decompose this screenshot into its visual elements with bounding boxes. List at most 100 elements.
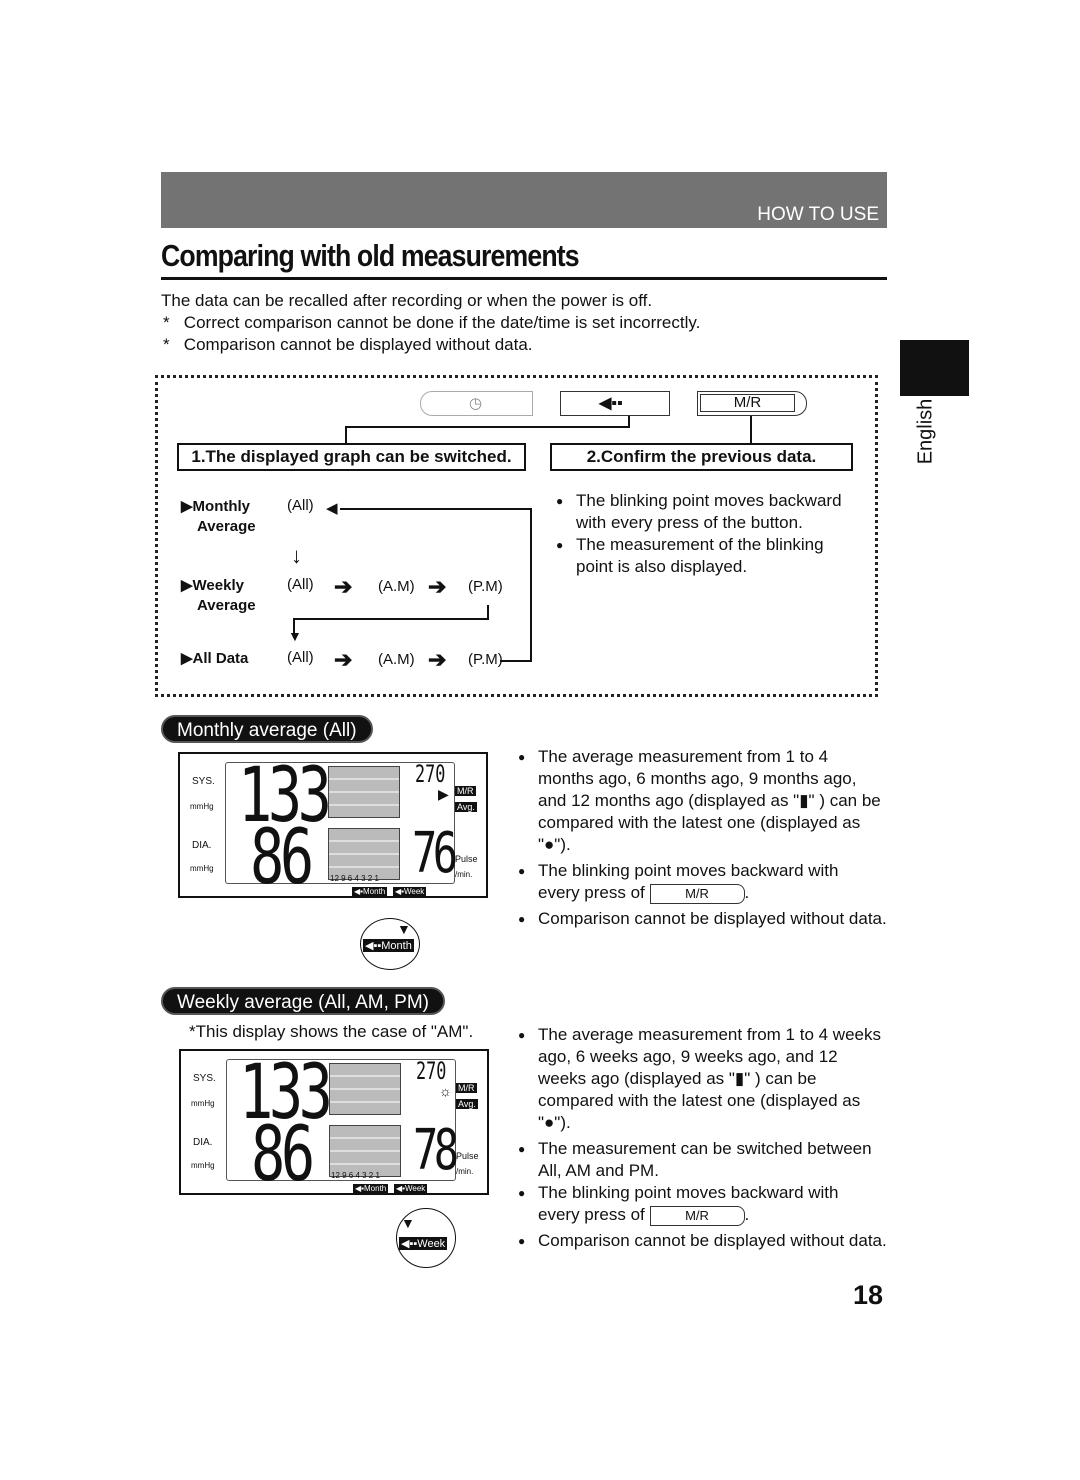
diagram-bullets: The blinking point moves backward with e… (556, 490, 856, 578)
row-weekly-label: ▶Weekly (181, 577, 244, 594)
sys-label: SYS. (193, 1073, 216, 1084)
mode: (A.M) (378, 578, 415, 595)
row-weekly-label2: Average (197, 597, 256, 614)
dia-value: 86 (251, 1109, 315, 1198)
bullet-text: The blinking point moves backward with (538, 861, 839, 880)
bullet: The blinking point moves backward with e… (556, 490, 856, 534)
section-label: HOW TO USE (757, 204, 879, 225)
tag-text: Week (404, 887, 425, 896)
zoom-callout: ▼ ◀▪▪Month (360, 918, 420, 970)
play-icon: ▶ (438, 786, 449, 802)
monthly-heading: Monthly average (All) (161, 715, 373, 743)
step-1-box: 1.The displayed graph can be switched. (177, 443, 526, 471)
back-arrow-icon: ◀▪▪ (599, 395, 623, 412)
connector (500, 660, 532, 662)
unit-label: mmHg (191, 1099, 215, 1108)
connector (345, 426, 630, 428)
intro-text: The data can be recalled after recording… (161, 291, 653, 310)
clock-button: ◷ (420, 391, 533, 416)
connector (340, 508, 532, 510)
arrow-right-icon: ➔ (428, 647, 447, 672)
bullet: The measurement of the blinking point is… (556, 534, 856, 578)
dia-value: 86 (250, 812, 314, 901)
mr-tag: M/R (455, 786, 476, 796)
mode: (A.M) (378, 651, 415, 668)
pulse-value: 78 (413, 1118, 459, 1183)
language-tab (900, 340, 969, 396)
arrow-right-icon: ➔ (334, 574, 353, 599)
unit-label: mmHg (191, 1161, 215, 1170)
per-min-label: /min. (455, 870, 473, 879)
mr-label: M/R (700, 394, 795, 412)
connector (293, 618, 489, 620)
step-2-box: 2.Confirm the previous data. (550, 443, 853, 471)
avg-tag: Avg. (455, 802, 477, 812)
weekly-heading: Weekly average (All, AM, PM) (161, 987, 446, 1015)
row-monthly-label: ▶Monthly (181, 498, 251, 515)
bullet: The measurement can be switched between … (518, 1138, 888, 1182)
row-monthly-label2: Average (197, 518, 256, 535)
bullet: Comparison cannot be displayed without d… (518, 1230, 888, 1252)
note-text: Correct comparison cannot be done if the… (183, 313, 701, 332)
mode: (All) (287, 576, 314, 593)
month-tag: ◀▪Month (352, 887, 388, 896)
arrow-right-icon: ➔ (334, 647, 353, 672)
memory-value: 270 (415, 760, 446, 788)
zoom-callout: ▼ ◀▪▪Week (396, 1208, 456, 1268)
bullet: The blinking point moves backward with ev… (518, 860, 888, 904)
bullet: Comparison cannot be displayed without d… (518, 908, 888, 930)
weekly-note: *This display shows the case of "AM". (189, 1022, 474, 1041)
graph-axis: 12 9 6 4 3 2 1 (330, 874, 379, 883)
pulse-label: Pulse (456, 1151, 479, 1161)
dia-label: DIA. (192, 840, 212, 851)
dia-label: DIA. (193, 1137, 213, 1148)
pulse-label: Pulse (455, 854, 478, 864)
page-number: 18 (853, 1280, 884, 1310)
back-button: ◀▪▪ (560, 391, 670, 416)
page-title: Comparing with old measurements (161, 238, 580, 273)
tag-text: Week (405, 1184, 426, 1193)
row-alldata-label: ▶All Data (181, 650, 249, 667)
week-tag: ◀▪Week (394, 1184, 428, 1193)
mr-button-icon: M/R (649, 1205, 745, 1226)
connector (750, 416, 752, 443)
sys-graph (328, 766, 400, 818)
mr-button-icon: M/R (649, 883, 745, 904)
memory-value: 270 (416, 1057, 447, 1085)
unit-label: mmHg (190, 802, 214, 811)
connector (345, 426, 347, 443)
mode: (All) (287, 497, 314, 514)
clock-icon: ◷ (469, 395, 483, 412)
monthly-bullets: The average measurement from 1 to 4 mont… (518, 746, 888, 930)
week-tag: ◀▪▪Week (399, 1237, 448, 1250)
arrow-down-icon: ▼ (288, 628, 302, 644)
tag-text: Week (417, 1238, 446, 1250)
week-tag: ◀▪Week (393, 887, 427, 896)
avg-tag: Avg. (456, 1099, 478, 1109)
connector (530, 508, 532, 662)
weekly-bullets: The average measurement from 1 to 4 week… (518, 1024, 888, 1252)
note-text: Comparison cannot be displayed without d… (183, 335, 533, 354)
arrow-right-icon: ➔ (428, 574, 447, 599)
bullet: The blinking point moves backward with ev… (518, 1182, 888, 1226)
bullet-text: . (744, 883, 750, 902)
bullet-text: The blinking point moves backward with (538, 1183, 839, 1202)
month-tag: ◀▪Month (353, 1184, 389, 1193)
triangle-icon: ▼ (397, 921, 411, 937)
dia-graph (329, 1125, 401, 1177)
dia-graph (328, 828, 400, 880)
per-min-label: /min. (456, 1167, 474, 1176)
arrow-left-icon: ◀ (326, 500, 338, 517)
connector (628, 416, 630, 428)
note-1: * Correct comparison cannot be done if t… (163, 313, 701, 332)
title-rule (161, 277, 887, 280)
sys-graph (329, 1063, 401, 1115)
arrow-down-icon: ↓ (291, 543, 302, 568)
mode: (P.M) (468, 651, 503, 668)
mode: (P.M) (468, 578, 503, 595)
mode: (All) (287, 649, 314, 666)
month-tag: ◀▪▪Month (363, 939, 414, 952)
bullet: The average measurement from 1 to 4 mont… (518, 746, 888, 856)
bullet-text: every press of (538, 883, 645, 902)
sys-label: SYS. (192, 776, 215, 787)
